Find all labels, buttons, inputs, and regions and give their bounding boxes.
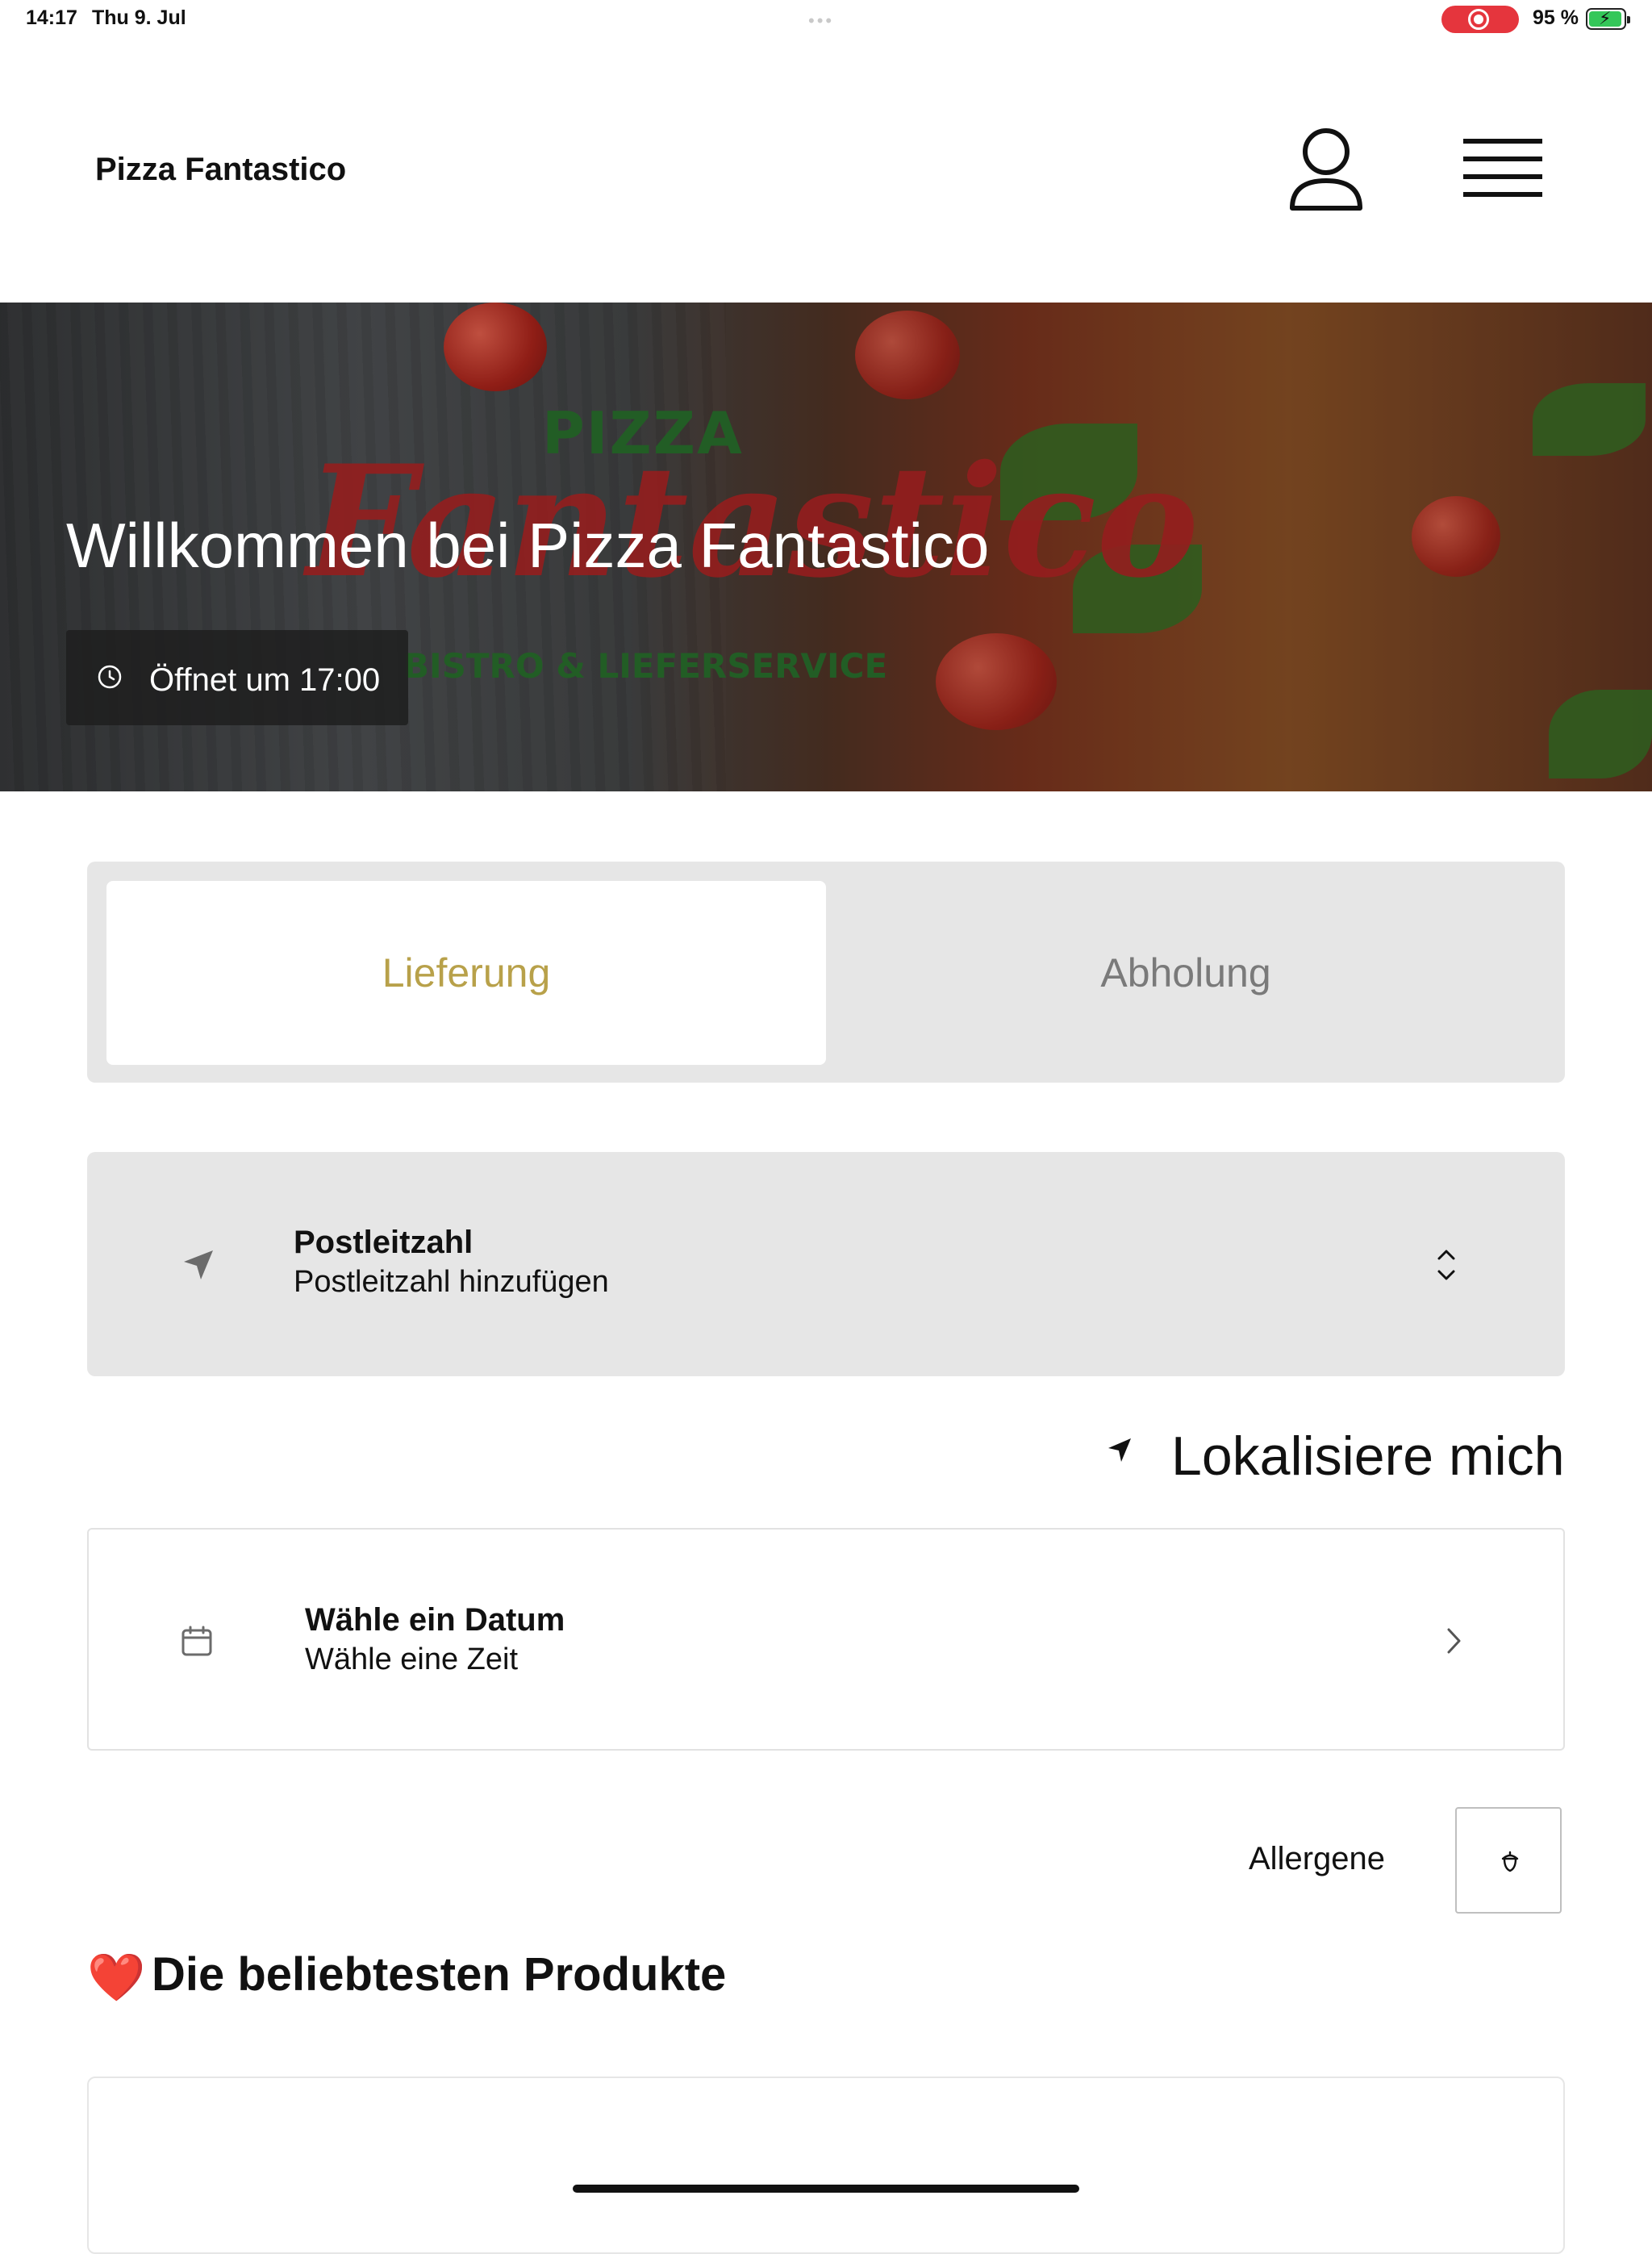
screen-recording-icon[interactable] (1441, 6, 1519, 33)
user-account-button[interactable] (1287, 126, 1365, 215)
postal-code-placeholder: Postleitzahl hinzufügen (294, 1265, 609, 1299)
opening-hours-text: Öffnet um 17:00 (149, 662, 381, 698)
locate-me-button[interactable]: Lokalisiere mich (1105, 1421, 1565, 1487)
order-mode-switch: Lieferung Abholung (87, 862, 1565, 1083)
menu-button[interactable] (1458, 136, 1544, 205)
chevron-up-down-icon (1437, 1250, 1455, 1280)
date-time-selector[interactable]: Wähle ein Datum Wähle eine Zeit (87, 1528, 1565, 1751)
allergens-label: Allergene (1249, 1841, 1386, 1876)
hero-title: Willkommen bei Pizza Fantastico (66, 510, 990, 581)
date-title: Wähle ein Datum (305, 1602, 565, 1638)
postal-code-title: Postleitzahl (294, 1225, 473, 1260)
home-indicator[interactable] (573, 2185, 1079, 2193)
allergens-button[interactable] (1455, 1807, 1562, 1914)
navigation-arrow-icon (184, 1250, 213, 1279)
calendar-icon (181, 1626, 212, 1656)
hamburger-menu-icon (1463, 139, 1542, 144)
time-subtitle: Wähle eine Zeit (305, 1642, 519, 1676)
brand-title[interactable]: Pizza Fantastico (95, 152, 346, 188)
battery-icon: ⚡ (1586, 8, 1630, 30)
locate-me-label: Lokalisiere mich (1171, 1425, 1565, 1487)
heart-icon: ❤️ (87, 1951, 146, 2004)
location-arrow-icon (1108, 1438, 1131, 1462)
postal-code-selector[interactable]: Postleitzahl Postleitzahl hinzufügen (87, 1152, 1565, 1376)
clock-icon (98, 665, 122, 689)
tab-delivery[interactable]: Lieferung (106, 881, 826, 1065)
chevron-right-icon (1447, 1628, 1461, 1654)
tab-pickup[interactable]: Abholung (826, 881, 1546, 1065)
acorn-icon (1501, 1851, 1519, 1872)
status-time: 14:17 (26, 6, 77, 29)
status-date: Thu 9. Jul (92, 6, 186, 29)
popular-products-title: Die beliebtesten Produkte (152, 1948, 727, 2001)
hero-banner: PIZZA Fantastico BISTRO & LIEFERSERVICE … (0, 303, 1652, 791)
product-card[interactable] (87, 2077, 1565, 2254)
opening-hours-badge: Öffnet um 17:00 (66, 630, 408, 725)
battery-percent: 95 % (1533, 6, 1579, 29)
multitasking-dots-icon[interactable]: ••• (808, 10, 834, 31)
user-icon (1290, 128, 1362, 211)
status-bar: 14:17 Thu 9. Jul ••• 95 % ⚡ (0, 0, 1652, 40)
